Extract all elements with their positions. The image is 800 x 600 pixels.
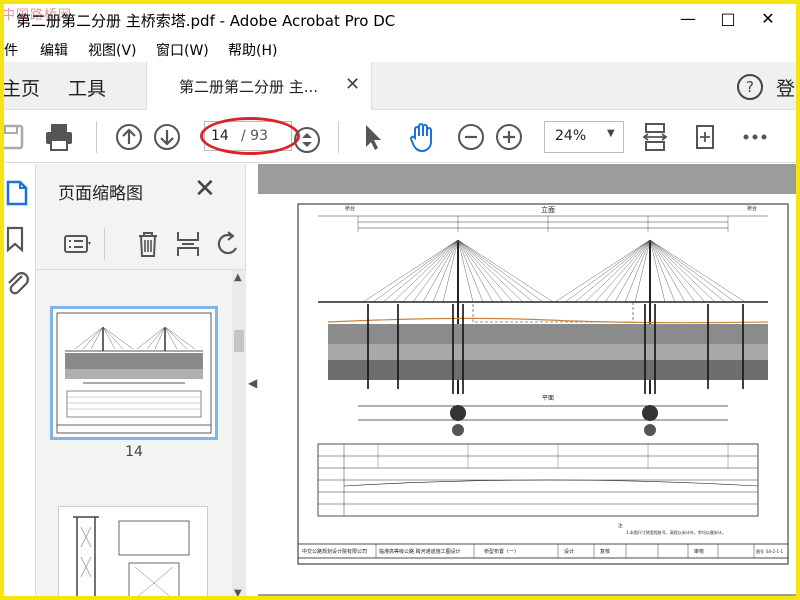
notes-text: 1.本图尺寸除里程桩号、高程以米计外，余均以厘米计。 (626, 529, 726, 535)
print-icon[interactable] (42, 120, 76, 154)
scroll-thumb[interactable] (234, 330, 244, 352)
thumbnail-page-label: 14 (125, 444, 143, 460)
rotate-page-icon[interactable] (688, 120, 722, 154)
toolbar-separator (338, 121, 339, 153)
scroll-down-icon[interactable]: ▼ (234, 588, 242, 596)
zoom-value: 24% (555, 128, 587, 144)
red-highlight-ellipse (200, 117, 300, 155)
fit-page-icon[interactable] (638, 120, 672, 154)
design-label: 设计 (564, 548, 574, 555)
thumbnail-drawing (56, 312, 212, 434)
left-navigation-rail (4, 164, 36, 596)
thumbnail-scrollbar[interactable]: ▲ ▼ (232, 270, 246, 596)
zoom-select[interactable]: 24% ▼ (544, 121, 624, 153)
company-label: 中交公路规划设计院有限公司 (302, 548, 367, 555)
rotate-icon[interactable] (212, 228, 244, 260)
panel-header: 页面缩略图 ✕ (36, 164, 245, 218)
page-up-icon[interactable] (112, 120, 146, 154)
pdf-page: 立面 桥台 桥台 平面 注 1.本图尺寸除里程桩号、高程以米计外，余均以厘米计。… (258, 194, 796, 594)
menu-bar: 件 编辑 视图(V) 窗口(W) 帮助(H) (4, 36, 796, 60)
sign-in-button[interactable]: 登 (776, 74, 795, 101)
thumbnail-drawing (73, 516, 190, 596)
menu-edit[interactable]: 编辑 (40, 40, 68, 60)
select-arrow-icon[interactable] (356, 120, 390, 154)
tab-home[interactable]: 主页 (4, 74, 40, 101)
sheet-number: S4-2-1-1 (766, 549, 784, 554)
menu-view[interactable]: 视图(V) (88, 40, 137, 60)
chevron-down-icon: ▼ (607, 128, 615, 139)
check-label: 审核 (694, 548, 704, 555)
review-label: 复核 (600, 548, 610, 555)
hand-icon[interactable] (406, 120, 440, 154)
panel-close-icon[interactable]: ✕ (194, 174, 216, 204)
zoom-in-icon[interactable] (492, 120, 526, 154)
extract-page-icon[interactable] (172, 228, 204, 260)
elevation-title: 立面 (541, 205, 555, 214)
plan-title: 平面 (542, 395, 554, 402)
thumbnail-list: 14 (36, 270, 232, 596)
tab-bar: 主页 工具 第二册第二分册 主... ✕ ? 登 (4, 62, 796, 110)
menu-file[interactable]: 件 (4, 40, 18, 60)
sheet-number-label: 图号 (756, 548, 764, 554)
project-label: 临港高等级公路 跨河通道施工图设计 (379, 548, 461, 555)
thumbnail-options-icon[interactable] (62, 228, 94, 260)
tab-document[interactable]: 第二册第二分册 主... ✕ (146, 62, 372, 110)
toolbar-separator (96, 121, 97, 153)
document-tab-label: 第二册第二分册 主... (179, 78, 319, 96)
close-icon[interactable]: ✕ (748, 6, 788, 32)
attachment-icon[interactable] (4, 268, 32, 298)
maximize-icon[interactable]: □ (708, 6, 748, 32)
page-nav-icon[interactable] (290, 123, 324, 157)
page-thumbnail-selected[interactable] (50, 306, 218, 440)
page-thumbnails-icon[interactable] (4, 178, 32, 208)
tab-tools[interactable]: 工具 (68, 74, 106, 101)
panel-toolbar (36, 218, 245, 270)
menu-window[interactable]: 窗口(W) (156, 40, 209, 60)
scroll-up-icon[interactable]: ▲ (234, 272, 242, 283)
question-circle-icon[interactable]: ? (736, 73, 764, 101)
page-thumbnails-panel: 页面缩略图 ✕ 14 ▲ ▼ (36, 164, 246, 596)
delete-page-icon[interactable] (132, 228, 164, 260)
bookmark-icon[interactable] (4, 224, 32, 254)
left-note: 桥台 (345, 205, 355, 212)
panel-title: 页面缩略图 (58, 184, 143, 204)
more-icon[interactable] (738, 120, 772, 154)
panel-separator (104, 228, 105, 260)
right-note: 桥台 (747, 205, 757, 212)
acrobat-window: 中国路桥网 第二册第二分册 主桥索塔.pdf - Adobe Acrobat P… (4, 4, 796, 596)
title-bar: 中国路桥网 第二册第二分册 主桥索塔.pdf - Adobe Acrobat P… (4, 4, 796, 34)
page-thumbnail[interactable] (58, 506, 208, 596)
page-down-icon[interactable] (150, 120, 184, 154)
bridge-drawing: 立面 桥台 桥台 平面 注 1.本图尺寸除里程桩号、高程以米计外，余均以厘米计。… (297, 203, 789, 565)
save-icon[interactable] (4, 120, 28, 154)
toolbar: 14 / 93 24% ▼ (4, 111, 796, 163)
menu-help[interactable]: 帮助(H) (228, 40, 277, 60)
document-view[interactable]: 立面 桥台 桥台 平面 注 1.本图尺寸除里程桩号、高程以米计外，余均以厘米计。… (258, 164, 796, 596)
minimize-icon[interactable]: — (668, 6, 708, 32)
window-title: 第二册第二分册 主桥索塔.pdf - Adobe Acrobat Pro DC (16, 12, 396, 30)
collapse-panel-icon[interactable]: ◀ (248, 376, 257, 390)
zoom-out-icon[interactable] (454, 120, 488, 154)
notes-heading: 注 (618, 522, 623, 529)
svg-text:?: ? (746, 78, 754, 96)
document-tab-close-icon[interactable]: ✕ (345, 74, 360, 95)
sheet-title: 桥型布置（一） (484, 548, 519, 555)
